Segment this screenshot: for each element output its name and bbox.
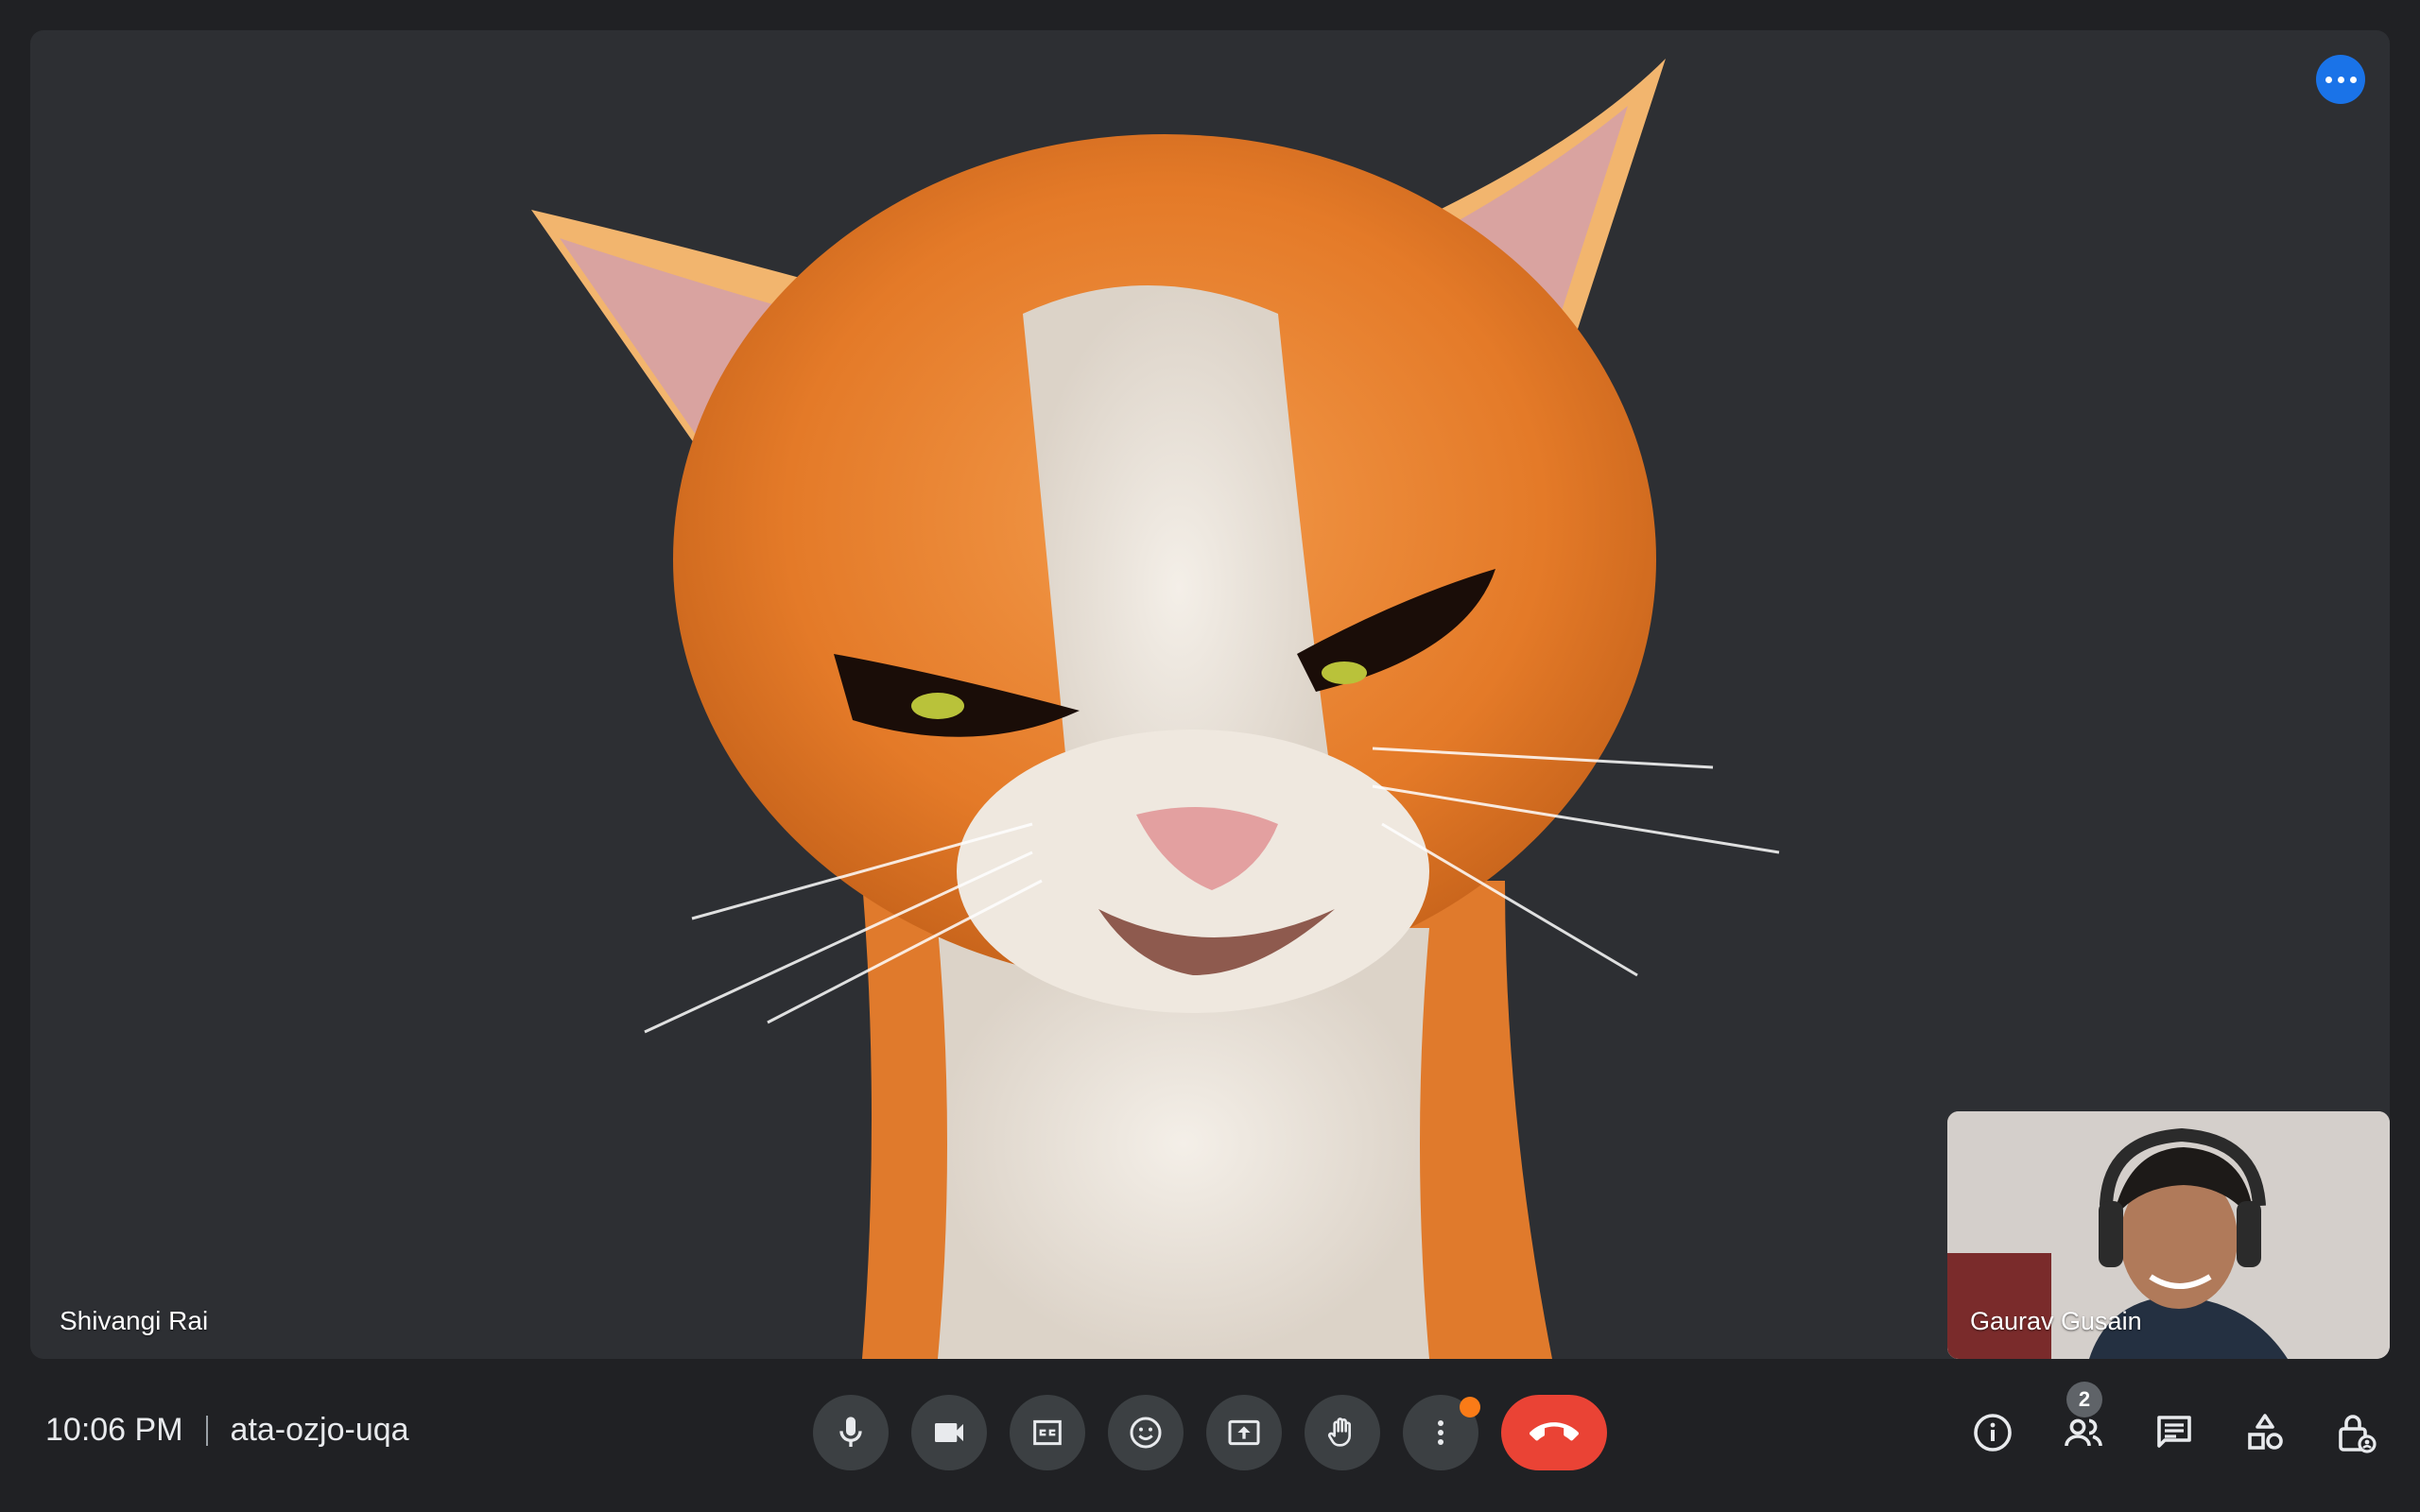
participants-count-badge: 2 bbox=[2066, 1382, 2102, 1418]
more-horiz-icon bbox=[2325, 76, 2332, 83]
main-video-stage: Shivangi Rai Gaurav Gusain bbox=[30, 30, 2390, 1359]
raise-hand-button[interactable] bbox=[1305, 1395, 1380, 1470]
videocam-icon bbox=[935, 1423, 963, 1442]
main-participant-name: Shivangi Rai bbox=[60, 1306, 209, 1335]
info-icon bbox=[1974, 1414, 2012, 1452]
more-vert-icon bbox=[1438, 1420, 1443, 1445]
chat-icon bbox=[2157, 1416, 2191, 1448]
tile-more-options-button[interactable] bbox=[2316, 55, 2365, 104]
chat-button[interactable] bbox=[2148, 1395, 2201, 1470]
side-controls: 2 bbox=[1928, 1382, 2382, 1470]
activities-button[interactable] bbox=[2238, 1395, 2291, 1470]
host-controls-icon bbox=[2339, 1415, 2377, 1453]
call-control-bar: 10:06 PM ata-ozjo-uqa 2 bbox=[0, 1359, 2420, 1512]
activities-icon bbox=[2248, 1414, 2283, 1450]
meeting-code: ata-ozjo-uqa bbox=[230, 1412, 409, 1448]
leave-call-button[interactable] bbox=[1501, 1395, 1607, 1470]
captions-button[interactable] bbox=[1010, 1395, 1085, 1470]
closed-caption-icon bbox=[1033, 1419, 1062, 1446]
notification-dot bbox=[1460, 1397, 1480, 1418]
meeting-details-button[interactable] bbox=[1966, 1395, 2019, 1470]
present-screen-icon bbox=[1228, 1419, 1260, 1446]
host-controls-button[interactable] bbox=[2329, 1395, 2382, 1470]
microphone-button[interactable] bbox=[813, 1395, 889, 1470]
main-controls bbox=[813, 1395, 1607, 1470]
more-options-button[interactable] bbox=[1403, 1395, 1480, 1470]
meeting-details: 10:06 PM ata-ozjo-uqa bbox=[45, 1412, 409, 1449]
emoji-icon bbox=[1130, 1417, 1162, 1449]
reactions-button[interactable] bbox=[1108, 1395, 1184, 1470]
mic-icon bbox=[839, 1417, 862, 1447]
self-view-tile[interactable]: Gaurav Gusain bbox=[1947, 1111, 2390, 1359]
participants-button[interactable]: 2 bbox=[2057, 1382, 2110, 1470]
self-participant-name: Gaurav Gusain bbox=[1970, 1307, 2142, 1335]
meeting-time: 10:06 PM bbox=[45, 1412, 183, 1448]
camera-button[interactable] bbox=[911, 1395, 987, 1470]
hand-icon bbox=[1327, 1418, 1351, 1447]
divider bbox=[205, 1415, 208, 1446]
call-end-icon bbox=[1530, 1422, 1579, 1441]
present-button[interactable] bbox=[1206, 1395, 1282, 1470]
